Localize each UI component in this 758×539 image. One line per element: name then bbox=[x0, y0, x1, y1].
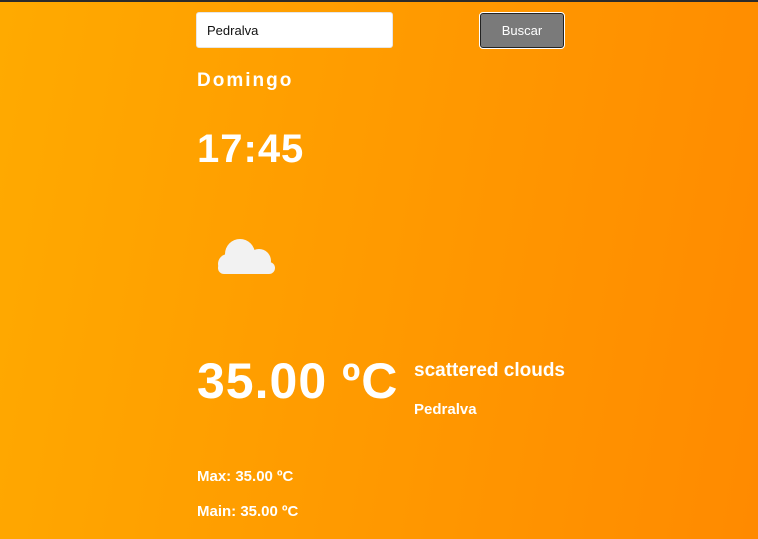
top-border bbox=[0, 0, 758, 2]
city-name: Pedralva bbox=[414, 401, 477, 418]
max-temperature: Max: 35.00 ºC bbox=[197, 468, 294, 485]
main-temperature: Main: 35.00 ºC bbox=[197, 503, 299, 520]
day-label: Domingo bbox=[197, 70, 294, 91]
temperature: 35.00 ºC bbox=[197, 353, 399, 409]
search-button[interactable]: Buscar bbox=[479, 12, 565, 49]
search-input[interactable] bbox=[196, 12, 393, 48]
time-display: 17:45 bbox=[197, 127, 305, 171]
cloud-icon bbox=[214, 234, 280, 278]
weather-description: scattered clouds bbox=[414, 360, 565, 381]
